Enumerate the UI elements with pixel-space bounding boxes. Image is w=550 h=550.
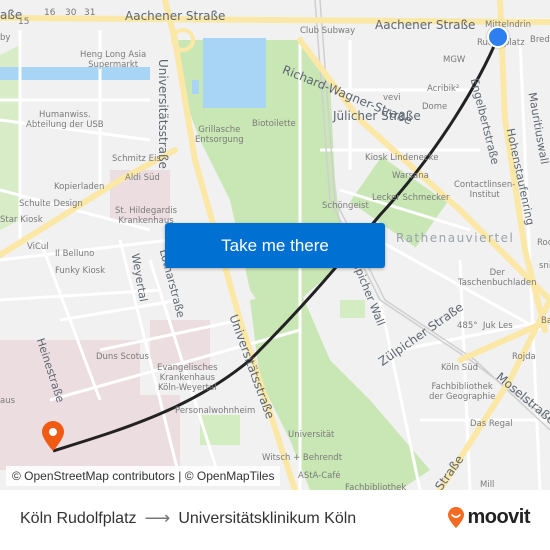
poi-label: Köln Süd — [441, 363, 478, 373]
poi-label: Dome — [422, 102, 448, 112]
poi-label: AStA-Café — [298, 471, 341, 481]
poi-label: Der Taschenbuchladen — [458, 268, 537, 288]
poi-label: sni — [539, 261, 550, 271]
poi-label: Contactlinsen- Institut — [454, 180, 516, 200]
arrow-right-icon: ⟶ — [144, 508, 171, 528]
street-label-aachener-east: Aachener Straße — [375, 18, 476, 32]
poi-label: MGW — [443, 55, 466, 65]
map-attribution[interactable]: © OpenStreetMap contributors | © OpenMap… — [6, 466, 281, 486]
house-number: 31 — [84, 8, 96, 18]
poi-label: vevi — [383, 93, 401, 103]
poi-label: Das Regal — [470, 419, 513, 429]
footer-bar: Köln Rudolfplatz ⟶ Universitätsklinikum … — [0, 490, 550, 550]
poi-label: Schulte Design — [19, 199, 83, 209]
poi-label: Kopierladen — [54, 182, 105, 192]
poi-label: Biotoilette — [252, 119, 296, 129]
house-number: 16 — [44, 8, 56, 18]
poi-label: Funky Kiosk — [55, 266, 106, 276]
poi-label: Personalwohnheim — [175, 406, 256, 416]
take-me-there-button[interactable]: Take me there — [165, 223, 385, 268]
street-label-aachener: Aachener Straße — [125, 9, 226, 23]
poi-label: Lecker Schmecker — [372, 193, 450, 203]
poi-label: Humanwiss. Abteilung der USB — [26, 110, 104, 130]
origin-name: Köln Rudolfplatz — [20, 509, 137, 527]
poi-label: Aldi Süd — [125, 173, 160, 183]
map-view[interactable]: aße 15 16 30 31 Aachener Straße Aachener… — [0, 0, 550, 490]
poi-label: Grillasche Entsorgung — [195, 125, 244, 145]
route-title: Köln Rudolfplatz ⟶ Universitätsklinikum … — [20, 508, 356, 529]
poi-label: Witsch + Behrendt — [262, 453, 343, 463]
house-number: 30 — [65, 8, 77, 18]
poi-label: by — [0, 33, 11, 43]
moovit-logo[interactable]: moovit — [447, 506, 530, 529]
poi-label: Universität — [288, 430, 335, 440]
house-number: 15 — [18, 17, 30, 27]
poi-label: Il Belluno — [55, 249, 95, 259]
district-label: Rathenauviertel — [396, 231, 515, 245]
park-small — [340, 300, 365, 318]
moovit-pin-icon — [448, 506, 465, 528]
poi-label: 485° Juk Les — [457, 321, 513, 331]
destination-pin-icon[interactable] — [40, 420, 66, 452]
poi-label: Roc — [537, 238, 550, 248]
poi-label: Club Subway — [300, 26, 356, 36]
poi-label: Heng Long Asia Supermarkt — [80, 50, 147, 70]
poi-label: aus — [0, 396, 16, 406]
origin-marker[interactable] — [487, 26, 509, 48]
destination-name: Universitätsklinikum Köln — [178, 509, 357, 527]
street-label-universitaet-north: Universitätsstraße — [156, 59, 170, 169]
street-label-juelicher: Jülicher Straße — [333, 109, 421, 123]
poi-label: Ba — [541, 316, 550, 326]
lake — [203, 38, 266, 108]
poi-label: ViCul — [27, 242, 49, 252]
poi-label: Fachbibliothek — [345, 483, 407, 490]
poi-label: Schmitz Eis — [112, 154, 161, 164]
poi-label: Mill — [480, 480, 495, 490]
poi-label: Fachbibliothek der Geographie — [429, 382, 496, 402]
poi-label: Rojda — [512, 352, 536, 362]
poi-label: Warsana — [392, 171, 429, 181]
moovit-wordmark: moovit — [467, 506, 530, 528]
poi-label: Bred — [530, 35, 550, 45]
poi-label: Evangelisches Krankenhaus Köln-Weyertal — [157, 363, 218, 393]
poi-label: Kiosk Lindenecke — [365, 153, 439, 163]
poi-label: Schöngeist — [322, 201, 369, 211]
poi-label: Duns Scotus — [96, 352, 149, 362]
poi-label: Star Kiosk — [0, 215, 43, 225]
poi-label: Acribik² — [427, 84, 460, 94]
